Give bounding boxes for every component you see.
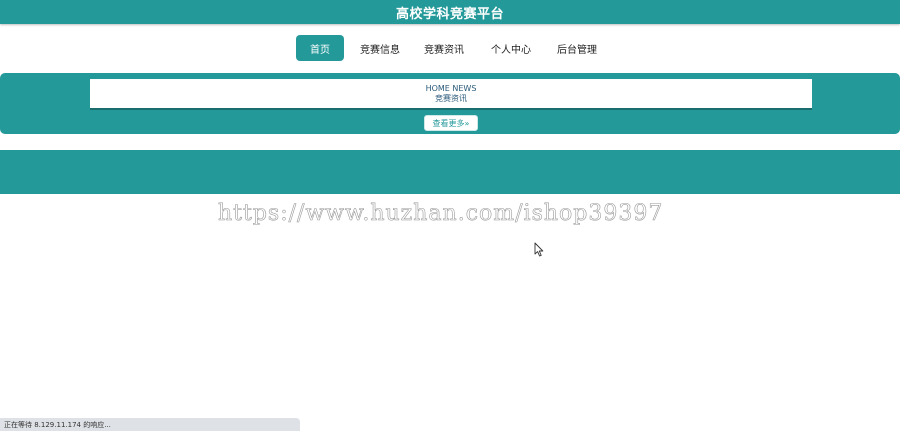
watermark-text: https://www.huzhan.com/ishop39397 <box>218 201 664 227</box>
nav-item-personal-center[interactable]: 个人中心 <box>482 35 540 61</box>
nav-item-competition-news[interactable]: 竞赛资讯 <box>416 35 472 61</box>
view-more-button[interactable]: 查看更多» <box>424 115 478 131</box>
status-text: 正在等待 8.129.11.174 的响应... <box>4 420 111 429</box>
top-header-bar: 高校学科竞赛平台 <box>0 0 900 24</box>
news-heading-box: HOME NEWS 竞赛资讯 <box>90 79 812 110</box>
browser-status-bar: 正在等待 8.129.11.174 的响应... <box>0 418 300 431</box>
news-section: HOME NEWS 竞赛资讯 查看更多» <box>0 73 900 134</box>
nav-item-competition-info[interactable]: 竞赛信息 <box>352 35 408 61</box>
nav-item-home[interactable]: 首页 <box>296 35 344 61</box>
mouse-pointer-icon <box>534 242 544 261</box>
content-band <box>0 150 900 194</box>
nav-item-admin[interactable]: 后台管理 <box>548 35 606 61</box>
news-title-en: HOME NEWS <box>425 84 477 93</box>
main-nav: 首页 竞赛信息 竞赛资讯 个人中心 后台管理 <box>0 34 900 62</box>
site-title: 高校学科竞赛平台 <box>395 6 504 22</box>
news-title-cn: 竞赛资讯 <box>435 94 467 103</box>
